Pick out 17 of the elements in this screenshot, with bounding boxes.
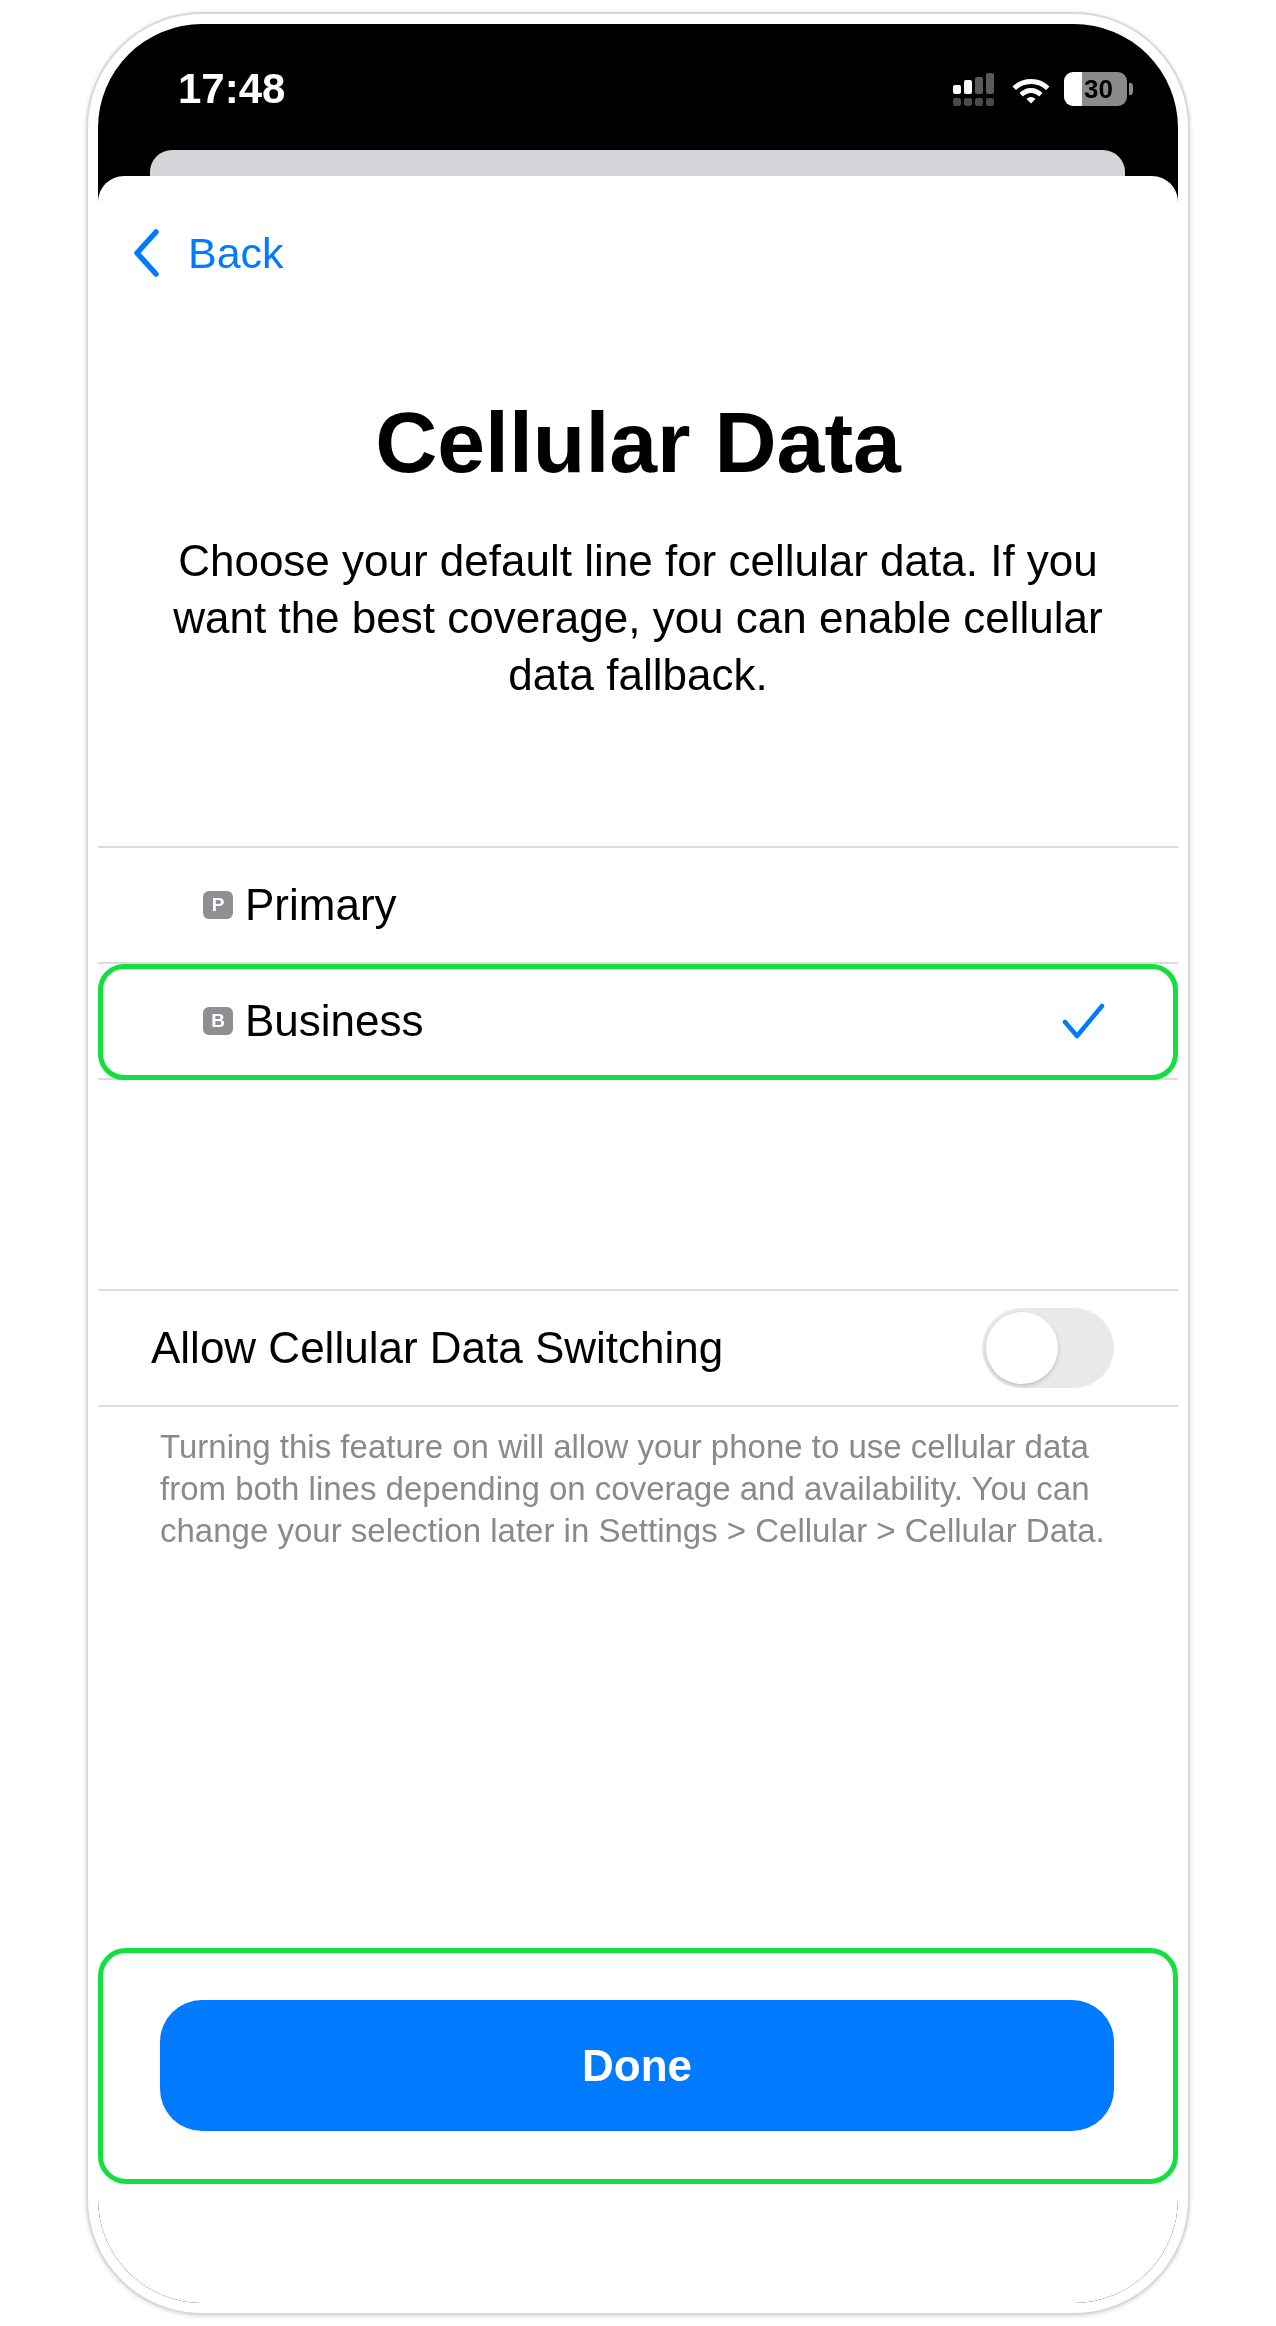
- line-name: Business: [245, 995, 424, 1047]
- setting-label: Allow Cellular Data Switching: [151, 1322, 724, 1374]
- battery-indicator: 30: [1064, 72, 1133, 106]
- line-name: Primary: [245, 879, 397, 931]
- signal-icon: [953, 72, 994, 106]
- line-badge: B: [203, 1007, 233, 1035]
- done-button[interactable]: Done: [160, 2000, 1114, 2131]
- line-option[interactable]: B Business: [98, 964, 1178, 1078]
- chevron-left-icon: [133, 228, 160, 278]
- line-option[interactable]: P Primary: [98, 848, 1178, 962]
- back-button[interactable]: Back: [133, 228, 284, 278]
- line-badge: P: [203, 891, 233, 919]
- status-time: 17:48: [178, 68, 286, 110]
- footer-text: Turning this feature on will allow your phone to use cellular data from both lines depending on coverage and availability. You can change your selection later in Settings > Cellular > Cellular Data.: [159, 1427, 1106, 1551]
- checkmark-icon: [1062, 1003, 1105, 1039]
- description-text: Choose your default line for cellular data. If you want the best coverage, you can enable cellular data fallback.: [172, 535, 1104, 701]
- page-title: Cellular Data: [374, 393, 903, 492]
